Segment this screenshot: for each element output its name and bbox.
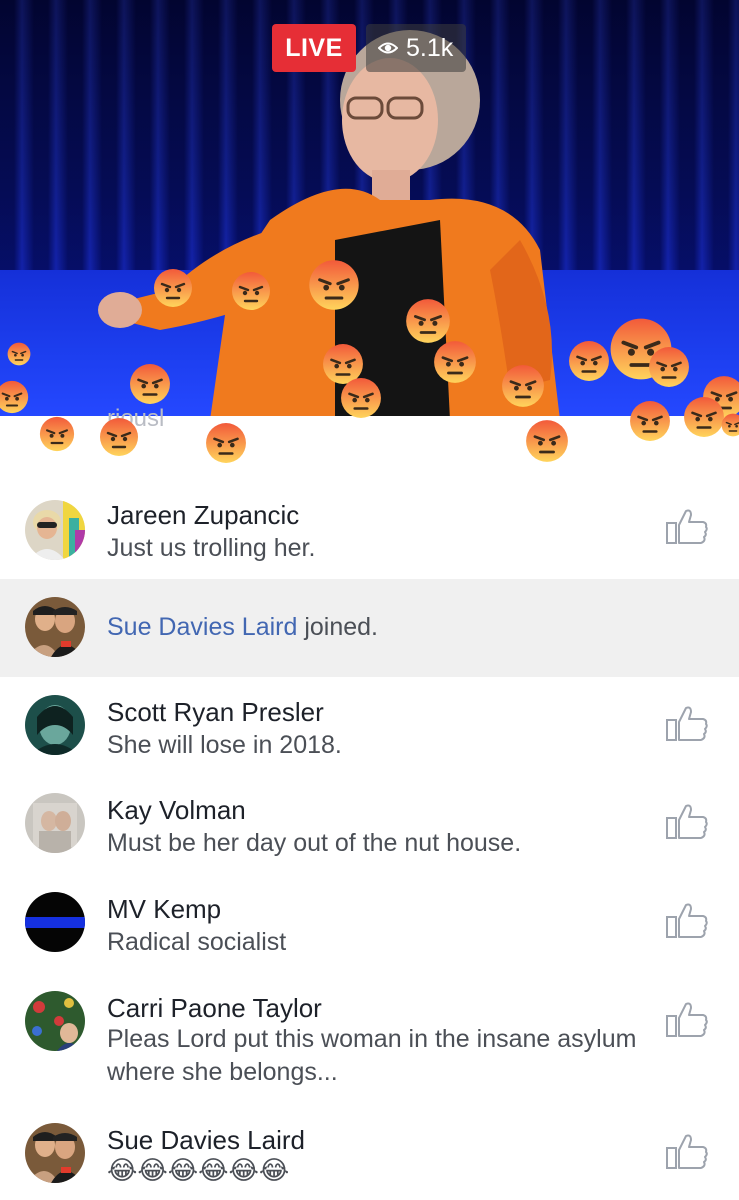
comment-author[interactable]: Scott Ryan Presler <box>107 697 324 728</box>
angry-reaction-icon <box>232 272 270 310</box>
viewer-count-badge: 5.1k <box>366 24 466 72</box>
angry-reaction-icon <box>341 378 381 418</box>
angry-reaction-icon <box>569 341 609 381</box>
comment-row: MV Kemp Radical socialist <box>0 885 739 971</box>
angry-reaction-icon <box>526 420 568 462</box>
comment-row: Carri Paone Taylor Pleas Lord put this w… <box>0 984 739 1104</box>
faded-comment-text: riousl <box>107 405 165 432</box>
avatar[interactable] <box>25 1123 85 1183</box>
comment-author[interactable]: Sue Davies Laird <box>107 1125 305 1156</box>
comment-author[interactable]: Kay Volman <box>107 795 246 826</box>
avatar[interactable] <box>25 597 85 657</box>
like-thumb-icon[interactable] <box>664 999 710 1039</box>
avatar[interactable] <box>25 500 85 560</box>
comment-row: Jareen Zupancic Just us trolling her. <box>0 490 739 576</box>
angry-reaction-icon <box>406 299 450 343</box>
avatar[interactable] <box>25 991 85 1051</box>
joined-text: Sue Davies Laird joined. <box>107 613 378 642</box>
comment-text: Must be her day out of the nut house. <box>107 829 522 857</box>
comment-text: Pleas Lord put this woman in the insane … <box>107 1025 637 1086</box>
angry-reaction-icon <box>309 260 359 310</box>
angry-reaction-icon <box>7 342 31 366</box>
like-thumb-icon[interactable] <box>664 1131 710 1171</box>
angry-reaction-icon <box>100 418 138 456</box>
joined-suffix: joined. <box>297 613 379 641</box>
angry-reaction-icon <box>502 365 544 407</box>
like-thumb-icon[interactable] <box>664 506 710 546</box>
angry-reaction-icon <box>39 416 75 452</box>
comment-row: Scott Ryan Presler She will lose in 2018… <box>0 688 739 774</box>
angry-reaction-icon <box>684 397 724 437</box>
viewer-count: 5.1k <box>406 34 454 62</box>
like-thumb-icon[interactable] <box>664 801 710 841</box>
angry-reaction-icon <box>130 364 170 404</box>
comment-text: Radical socialist <box>107 928 287 956</box>
comment-row: Sue Davies Laird 😂😂😂😂😂😂 <box>0 1116 739 1200</box>
live-badge: LIVE <box>272 24 356 72</box>
eye-icon <box>378 42 398 54</box>
comment-author[interactable]: MV Kemp <box>107 894 221 925</box>
comment-row: Kay Volman Must be her day out of the nu… <box>0 786 739 872</box>
angry-reaction-icon <box>649 347 689 387</box>
like-thumb-icon[interactable] <box>664 703 710 743</box>
comment-text: Just us trolling her. <box>107 534 316 562</box>
comment-text: She will lose in 2018. <box>107 731 342 759</box>
joined-user-link[interactable]: Sue Davies Laird <box>107 613 297 641</box>
avatar[interactable] <box>25 793 85 853</box>
avatar[interactable] <box>25 695 85 755</box>
angry-reaction-icon <box>0 380 29 414</box>
comment-text-emoji: 😂😂😂😂😂😂 <box>107 1155 290 1185</box>
angry-reaction-icon <box>721 413 739 437</box>
like-thumb-icon[interactable] <box>664 900 710 940</box>
angry-reaction-icon <box>206 423 246 463</box>
comment-author[interactable]: Jareen Zupancic <box>107 500 299 531</box>
angry-reaction-icon <box>630 401 670 441</box>
joined-notice: Sue Davies Laird joined. <box>0 579 739 677</box>
angry-reaction-icon <box>154 269 192 307</box>
angry-reaction-icon <box>434 341 476 383</box>
comment-author[interactable]: Carri Paone Taylor <box>107 993 322 1024</box>
avatar[interactable] <box>25 892 85 952</box>
